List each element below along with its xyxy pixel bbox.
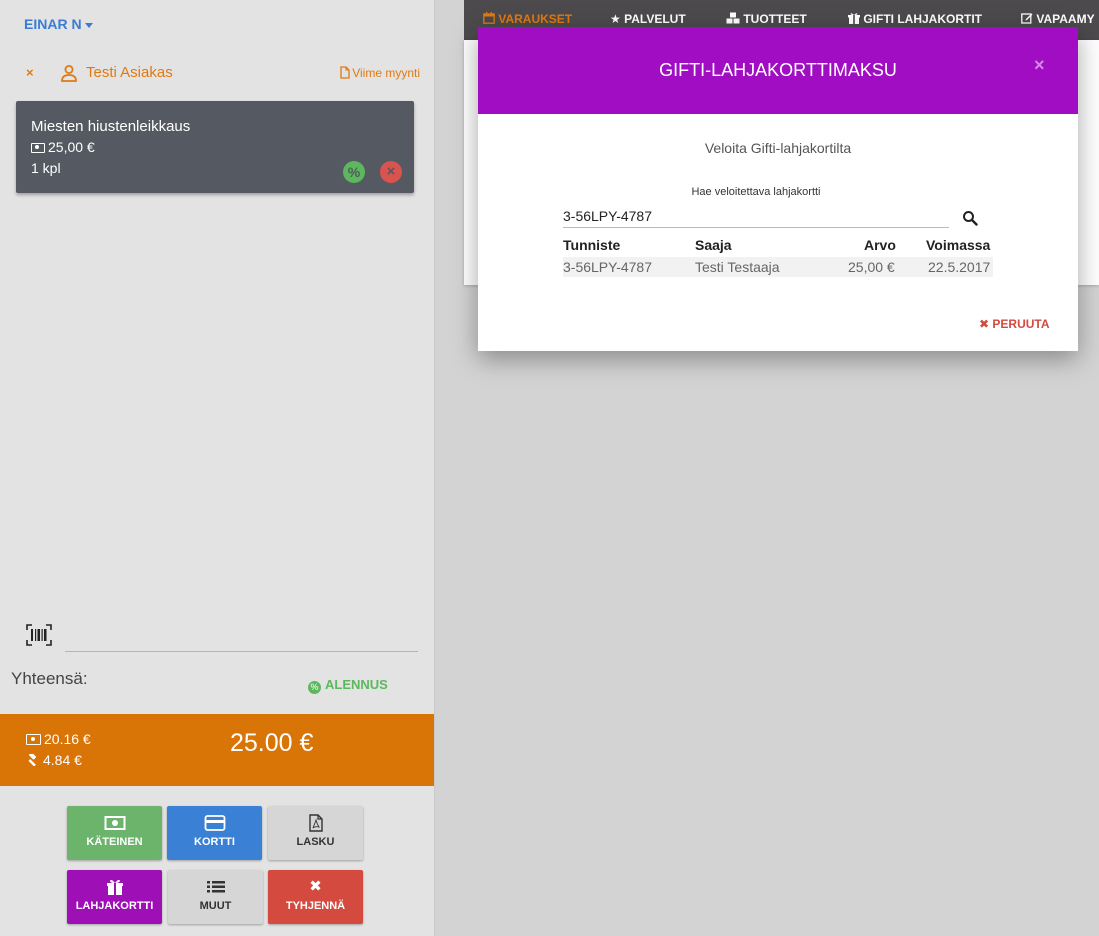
user-name: EINAR N (24, 16, 82, 32)
pos-sidebar: EINAR N × Testi Asiakas Viime myynti Mie… (0, 0, 435, 936)
gift-icon (106, 879, 123, 895)
money-icon (31, 143, 45, 153)
card-button[interactable]: KORTTI (167, 806, 262, 860)
giftcard-button-label: LAHJAKORTTI (75, 900, 154, 912)
gift-icon (848, 13, 860, 24)
remove-item-icon[interactable]: × (380, 161, 402, 183)
edit-icon (1021, 13, 1033, 24)
tax-amount-value: 4.84 € (43, 752, 82, 768)
tax-amount: 4.84 € (26, 752, 82, 768)
cell-tunniste: 3-56LPY-4787 (563, 259, 653, 275)
discount-button[interactable]: % ALENNUS (308, 677, 388, 694)
user-icon (61, 65, 77, 82)
nav-item-vapaamyynti[interactable]: VAPAAMY (1021, 12, 1095, 26)
cancel-button-label: PERUUTA (992, 317, 1050, 331)
cubes-icon (726, 12, 740, 24)
money-icon (104, 816, 125, 830)
customer-row: × Testi Asiakas Viime myynti (24, 63, 420, 85)
search-label: Hae veloitettava lahjakortti (691, 186, 821, 198)
table-row[interactable]: 3-56LPY-4787 Testi Testaaja 25,00 € 22.5… (563, 257, 993, 277)
cell-saaja: Testi Testaaja (695, 259, 780, 275)
giftcard-search-input[interactable] (563, 204, 949, 228)
clear-button[interactable]: ✖ TYHJENNÄ (268, 870, 363, 924)
credit-card-icon (204, 815, 225, 831)
giftcard-payment-modal: GIFTI-LAHJAKORTTIMAKSU × Veloita Gifti-l… (478, 27, 1078, 351)
barcode-input[interactable] (65, 626, 418, 652)
net-amount-value: 20.16 € (44, 731, 91, 747)
cash-button-label: KÄTEINEN (86, 836, 143, 848)
last-sale-label: Viime myynti (352, 66, 420, 80)
gavel-icon (28, 754, 36, 766)
cell-arvo: 25,00 € (848, 259, 895, 275)
cart-item-price-value: 25,00 € (48, 139, 95, 155)
list-icon (206, 881, 225, 893)
nav-item-gifti-lahjakortit[interactable]: GIFTI LAHJAKORTIT (848, 12, 982, 26)
file-icon (340, 66, 350, 79)
remove-customer-button[interactable]: × (26, 65, 34, 80)
user-menu[interactable]: EINAR N (24, 16, 93, 32)
calendar-icon (483, 12, 495, 24)
search-icon[interactable] (962, 210, 978, 226)
barcode-icon (26, 624, 52, 646)
caret-down-icon (84, 22, 93, 28)
clear-button-label: TYHJENNÄ (285, 900, 346, 912)
net-amount: 20.16 € (26, 731, 91, 747)
modal-title: GIFTI-LAHJAKORTTIMAKSU (659, 60, 897, 80)
column-header-tunniste: Tunniste (563, 237, 621, 253)
modal-header: GIFTI-LAHJAKORTTIMAKSU × (478, 27, 1078, 114)
total-bar: 20.16 € 4.84 € 25.00 € (0, 714, 434, 786)
star-icon: ★ (610, 12, 621, 26)
total-label: Yhteensä: (11, 669, 88, 688)
close-icon: ✖ (979, 317, 990, 331)
column-header-voimassa: Voimassa (926, 237, 991, 253)
nav-item-label: TUOTTEET (743, 12, 807, 26)
invoice-button-label: LASKU (296, 836, 335, 848)
nav-item-palvelut[interactable]: ★ PALVELUT (610, 12, 686, 26)
pdf-file-icon (308, 814, 323, 832)
giftcard-button[interactable]: LAHJAKORTTI (67, 870, 162, 924)
other-button[interactable]: MUUT (168, 870, 263, 924)
modal-close-button[interactable]: × (1034, 55, 1045, 76)
cart-item[interactable]: Miesten hiustenleikkaus 25,00 € 1 kpl % … (16, 101, 414, 193)
discount-badge-icon: % (308, 681, 321, 694)
discount-button-label: ALENNUS (325, 677, 388, 692)
cell-voimassa: 22.5.2017 (928, 259, 991, 275)
cancel-button[interactable]: ✖ PERUUTA (979, 317, 1050, 331)
modal-subtitle: Veloita Gifti-lahjakortilta (704, 140, 852, 156)
customer-name[interactable]: Testi Asiakas (86, 64, 173, 81)
nav-item-label: PALVELUT (624, 12, 686, 26)
column-header-saaja: Saaja (695, 237, 732, 253)
cart-item-name: Miesten hiustenleikkaus (31, 118, 191, 135)
invoice-button[interactable]: LASKU (268, 806, 363, 860)
cash-button[interactable]: KÄTEINEN (67, 806, 162, 860)
card-button-label: KORTTI (194, 836, 235, 848)
money-icon (26, 734, 41, 745)
nav-item-label: VARAUKSET (498, 12, 573, 26)
discount-icon[interactable]: % (343, 161, 365, 183)
nav-item-tuotteet[interactable]: TUOTTEET (726, 12, 807, 26)
other-button-label: MUUT (199, 900, 232, 912)
nav-item-label: GIFTI LAHJAKORTIT (863, 12, 983, 26)
grand-total: 25.00 € (230, 729, 314, 757)
cart-item-price: 25,00 € (31, 139, 95, 155)
cart-item-quantity: 1 kpl (31, 160, 61, 176)
nav-item-varaukset[interactable]: VARAUKSET (483, 12, 583, 52)
close-icon: ✖ (309, 878, 322, 895)
nav-item-label: VAPAAMY (1036, 12, 1095, 26)
column-header-arvo: Arvo (864, 237, 896, 253)
last-sale-link[interactable]: Viime myynti (340, 66, 420, 80)
